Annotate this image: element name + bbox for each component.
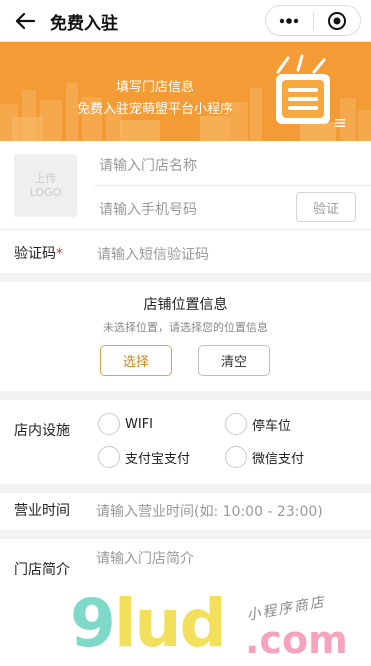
back-arrow-icon[interactable] [10,6,40,36]
banner-heading: 填写门店信息 [115,80,194,95]
facility-option-label: WIFI [125,416,153,432]
radio-circle-icon[interactable] [225,413,247,435]
close-target-icon[interactable] [314,6,361,35]
radio-circle-icon[interactable] [98,413,120,435]
business-hours-label: 营业时间 [14,503,70,519]
clear-location-button[interactable]: 清空 [198,345,270,376]
facility-option-label: 支付宝支付 [125,451,191,467]
store-intro-textarea[interactable]: 请输入门店简介 [96,548,194,568]
watermark-domain: .com [245,618,348,662]
facilities-label: 店内设施 [14,423,70,439]
divider [94,185,371,186]
banner-subheading: 免费入驻宠萌盟平台小程序 [76,102,233,117]
watermark-logo-part: 9 [70,585,116,662]
facility-option-label: 微信支付 [252,451,305,467]
nav-bar: 免费入驻 [0,0,371,42]
divider [0,229,371,230]
facility-option-wifi[interactable]: WIFI [98,413,153,435]
store-intro-label: 门店简介 [14,562,70,578]
phone-input[interactable]: 请输入手机号码 [99,199,197,219]
select-location-button[interactable]: 选择 [100,345,172,376]
watermark: 9lud .com 小程序商店 [70,588,370,666]
page-title: 免费入驻 [50,14,118,34]
section-separator [0,273,371,282]
watermark-logo: 9lud [70,585,227,662]
location-hint: 未选择位置，请选择您的位置信息 [103,321,268,334]
verify-code-input[interactable]: 请输入短信验证码 [97,244,209,264]
store-name-input[interactable]: 请输入门店名称 [99,155,197,175]
facility-option-parking[interactable]: 停车位 [225,413,291,435]
mini-program-capsule [265,5,361,36]
clipboard-illustration-icon [276,54,330,124]
section-separator [0,484,371,493]
facility-option-alipay[interactable]: 支付宝支付 [98,446,190,468]
location-section-title: 店铺位置信息 [143,297,228,313]
logo-upload-label: 上传 [34,171,57,185]
radio-circle-icon[interactable] [225,446,247,468]
facility-option-wechatpay[interactable]: 微信支付 [225,446,304,468]
section-separator [0,530,371,539]
required-mark: * [56,246,63,262]
send-code-button[interactable]: 验证 [296,192,356,222]
watermark-logo-part: lud [113,585,227,662]
more-icon[interactable] [266,6,313,35]
menu-lines-icon [335,119,345,127]
business-hours-input[interactable]: 请输入营业时间(如: 10:00 - 23:00) [96,501,323,521]
radio-circle-icon[interactable] [98,446,120,468]
section-separator [0,391,371,400]
banner: 填写门店信息 免费入驻宠萌盟平台小程序 [0,42,371,141]
verify-code-label: 验证码* [14,243,63,263]
verify-code-label-text: 验证码 [14,246,56,262]
facility-option-label: 停车位 [252,418,292,434]
logo-upload[interactable]: 上传 LOGO [14,154,77,217]
logo-upload-sublabel: LOGO [29,185,62,199]
